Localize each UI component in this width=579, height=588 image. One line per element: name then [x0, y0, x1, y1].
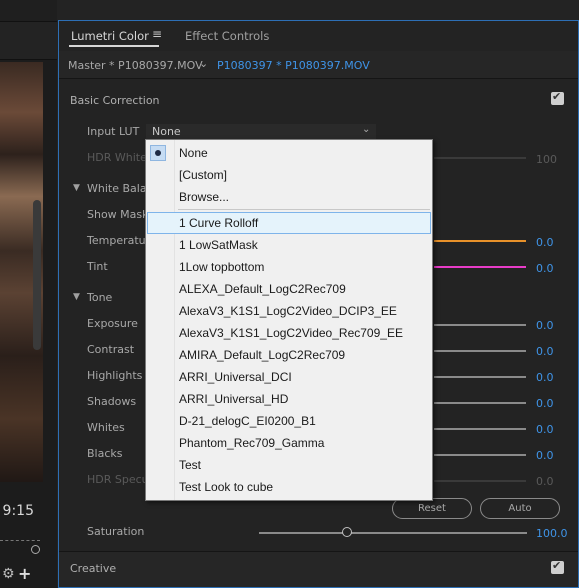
- zoom-knob[interactable]: [31, 545, 40, 554]
- menu-item-lut[interactable]: Phantom_Rec709_Gamma: [147, 432, 431, 454]
- monitor-scrollbar[interactable]: [33, 200, 41, 350]
- tab-effect-controls[interactable]: Effect Controls: [185, 29, 269, 43]
- tint-value[interactable]: 0.0: [536, 262, 576, 275]
- exposure-slider[interactable]: [434, 324, 526, 326]
- menu-item-label: ARRI_Universal_DCI: [179, 370, 292, 384]
- input-lut-label: Input LUT: [87, 125, 140, 138]
- monitor-tab: [0, 22, 57, 60]
- whites-label: Whites: [87, 421, 125, 434]
- temperature-slider[interactable]: [434, 240, 526, 242]
- menu-item-label: 1 LowSatMask: [179, 238, 258, 252]
- blacks-label: Blacks: [87, 447, 123, 460]
- menu-item-label: 1 Curve Rolloff: [179, 216, 259, 230]
- menu-item-lut[interactable]: 1 LowSatMask: [147, 234, 431, 256]
- master-clip-label[interactable]: Master * P1080397.MOV: [68, 59, 203, 72]
- menu-item-lut[interactable]: ARRI_Universal_HD: [147, 388, 431, 410]
- highlights-value[interactable]: 0.0: [536, 371, 576, 384]
- menu-separator: [178, 209, 430, 210]
- menu-item-label: ALEXA_Default_LogC2Rec709: [179, 282, 346, 296]
- menu-item-label: Test: [179, 458, 202, 472]
- radio-selected-icon: [150, 145, 166, 161]
- clip-selector-bar: Master * P1080397.MOV ⌄ P1080397 * P1080…: [59, 51, 578, 79]
- section-creative[interactable]: Creative: [59, 551, 578, 587]
- menu-item-browse[interactable]: Browse...: [147, 186, 431, 208]
- auto-button[interactable]: Auto: [480, 498, 560, 519]
- highlights-label: Highlights: [87, 369, 143, 382]
- menu-item-label: AlexaV3_K1S1_LogC2Video_DCIP3_EE: [179, 304, 397, 318]
- menu-item-label: 1Low topbottom: [179, 260, 265, 274]
- menu-item-lut[interactable]: 1Low topbottom: [147, 256, 431, 278]
- menu-item-label: Test Look to cube: [179, 480, 274, 494]
- shadows-value[interactable]: 0.0: [536, 397, 576, 410]
- blacks-value[interactable]: 0.0: [536, 449, 576, 462]
- menu-item-lut[interactable]: ARRI_Universal_DCI: [147, 366, 431, 388]
- shadows-slider[interactable]: [434, 402, 526, 404]
- sequence-clip-label[interactable]: P1080397 * P1080397.MOV: [217, 59, 370, 72]
- tint-slider[interactable]: [434, 266, 526, 268]
- hdr-white-slider[interactable]: [434, 157, 526, 159]
- menu-item-lut[interactable]: ALEXA_Default_LogC2Rec709: [147, 278, 431, 300]
- section-basic-correction[interactable]: Basic Correction: [70, 94, 160, 107]
- menu-item-label: AMIRA_Default_LogC2Rec709: [179, 348, 346, 362]
- hdr-specular-value[interactable]: 0.0: [536, 475, 576, 488]
- saturation-value[interactable]: 100.0: [536, 527, 576, 540]
- creative-label: Creative: [70, 562, 117, 575]
- menu-item-label: ARRI_Universal_HD: [179, 392, 289, 406]
- add-icon[interactable]: +: [18, 564, 31, 583]
- menu-item-label: [Custom]: [179, 168, 228, 182]
- highlights-slider[interactable]: [434, 376, 526, 378]
- chevron-down-icon[interactable]: ⌄: [362, 124, 370, 135]
- program-monitor-edge: 9:15 ⚙ +: [0, 0, 57, 588]
- hdr-white-label: HDR White: [87, 151, 147, 164]
- contrast-slider[interactable]: [434, 350, 526, 352]
- input-lut-dropdown-menu: None [Custom] Browse... 1 Curve Rolloff …: [145, 139, 433, 501]
- white-balance-toggle-icon[interactable]: ▼: [73, 183, 80, 193]
- monitor-topbar: [0, 0, 57, 22]
- blacks-slider[interactable]: [434, 454, 526, 456]
- hdr-specular-slider[interactable]: [434, 480, 526, 482]
- tone-toggle-icon[interactable]: ▼: [73, 292, 80, 302]
- contrast-label: Contrast: [87, 343, 135, 356]
- menu-item-lut[interactable]: Test Look to cube: [147, 476, 431, 498]
- panel-tab-bar: Lumetri Color ≡ Effect Controls: [59, 21, 578, 51]
- menu-item-label: Phantom_Rec709_Gamma: [179, 436, 325, 450]
- menu-item-lut[interactable]: AlexaV3_K1S1_LogC2Video_Rec709_EE: [147, 322, 431, 344]
- tone-label: Tone: [87, 291, 113, 304]
- panel-menu-icon[interactable]: ≡: [152, 27, 162, 41]
- basic-correction-enable-checkbox[interactable]: [551, 90, 564, 105]
- temperature-value[interactable]: 0.0: [536, 236, 576, 249]
- menu-item-custom[interactable]: [Custom]: [147, 164, 431, 186]
- shadows-label: Shadows: [87, 395, 137, 408]
- menu-item-lut[interactable]: AlexaV3_K1S1_LogC2Video_DCIP3_EE: [147, 300, 431, 322]
- tab-lumetri-color[interactable]: Lumetri Color: [71, 29, 149, 43]
- menu-item-lut[interactable]: Test: [147, 454, 431, 476]
- creative-enable-checkbox[interactable]: [551, 559, 564, 574]
- saturation-slider[interactable]: [259, 532, 527, 534]
- menu-item-lut[interactable]: AMIRA_Default_LogC2Rec709: [147, 344, 431, 366]
- saturation-slider-handle[interactable]: [342, 527, 352, 537]
- active-tab-indicator: [69, 45, 159, 47]
- saturation-label: Saturation: [87, 525, 145, 538]
- menu-item-label: AlexaV3_K1S1_LogC2Video_Rec709_EE: [179, 326, 403, 340]
- menu-item-label: D-21_delogC_EI0200_B1: [179, 414, 316, 428]
- menu-item-label: None: [179, 146, 208, 160]
- timecode: 9:15: [2, 503, 34, 519]
- contrast-value[interactable]: 0.0: [536, 345, 576, 358]
- reset-button[interactable]: Reset: [392, 498, 472, 519]
- menu-item-lut[interactable]: 1 Curve Rolloff: [147, 212, 431, 234]
- input-lut-select[interactable]: None: [146, 124, 376, 139]
- menu-item-label: Browse...: [179, 190, 230, 204]
- exposure-label: Exposure: [87, 317, 138, 330]
- settings-wrench-icon[interactable]: ⚙: [2, 566, 15, 582]
- menu-item-lut[interactable]: D-21_delogC_EI0200_B1: [147, 410, 431, 432]
- menu-item-none[interactable]: None: [147, 142, 431, 164]
- chevron-down-icon[interactable]: ⌄: [199, 57, 208, 70]
- exposure-value[interactable]: 0.0: [536, 319, 576, 332]
- whites-value[interactable]: 0.0: [536, 423, 576, 436]
- whites-slider[interactable]: [434, 428, 526, 430]
- show-mask-label: Show Mask: [87, 208, 149, 221]
- playhead-ruler[interactable]: [0, 540, 40, 544]
- tint-label: Tint: [87, 260, 108, 273]
- hdr-white-value[interactable]: 100: [536, 153, 576, 166]
